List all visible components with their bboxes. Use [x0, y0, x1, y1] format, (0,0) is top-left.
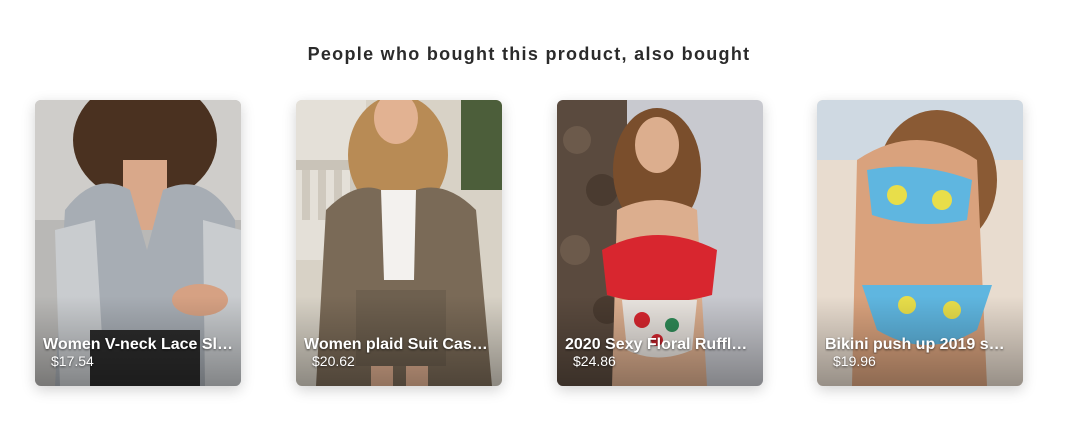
product-price: $19.96: [833, 353, 876, 369]
product-card[interactable]: 2020 Sexy Floral Ruffle Bikini $24.86: [557, 100, 763, 386]
product-card[interactable]: Women V-neck Lace Sleeve Blouse $17.54: [35, 100, 241, 386]
also-bought-section: People who bought this product, also bou…: [0, 0, 1080, 426]
product-price: $24.86: [573, 353, 616, 369]
product-name[interactable]: Bikini push up 2019 swimwear: [825, 336, 1015, 354]
product-price: $20.62: [312, 353, 355, 369]
product-name[interactable]: 2020 Sexy Floral Ruffle Bikini: [565, 336, 755, 354]
product-name[interactable]: Women plaid Suit Casual Set: [304, 336, 494, 354]
product-card[interactable]: Bikini push up 2019 swimwear $19.96: [817, 100, 1023, 386]
product-card[interactable]: Women plaid Suit Casual Set $20.62: [296, 100, 502, 386]
product-name[interactable]: Women V-neck Lace Sleeve Blouse: [43, 336, 233, 354]
product-price: $17.54: [51, 353, 94, 369]
section-title: People who bought this product, also bou…: [307, 44, 751, 64]
